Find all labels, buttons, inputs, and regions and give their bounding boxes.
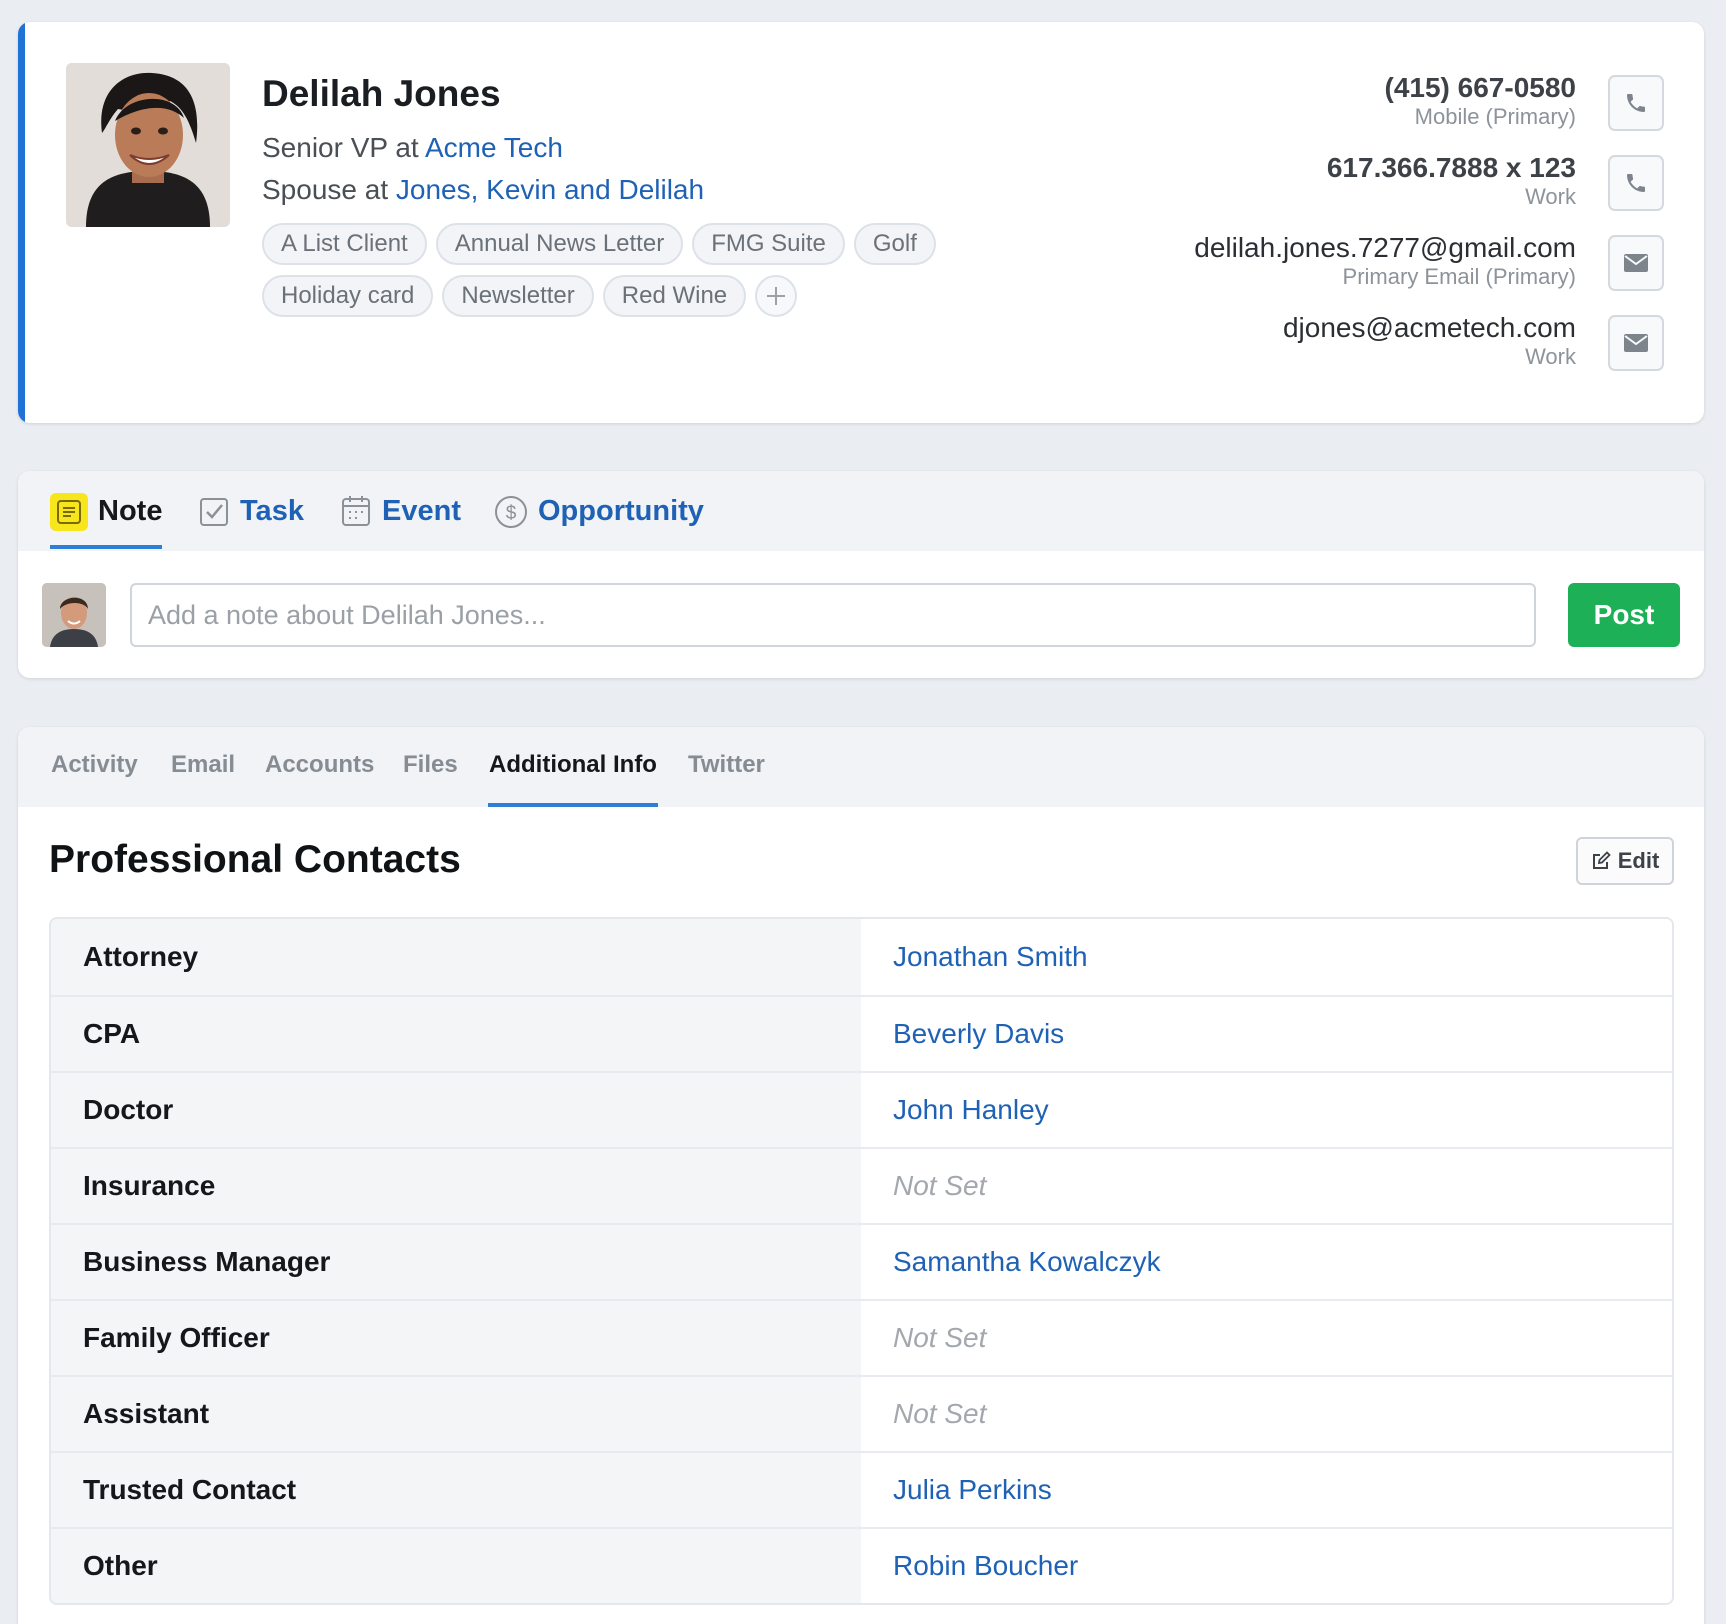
table-row: Business Manager Samantha Kowalczyk — [51, 1223, 1672, 1299]
contact-avatar — [66, 63, 230, 227]
edit-button[interactable]: Edit — [1576, 837, 1674, 885]
contact-link[interactable]: John Hanley — [861, 1073, 1672, 1147]
call-mobile-button[interactable] — [1608, 75, 1664, 131]
table-row: Assistant Not Set — [51, 1375, 1672, 1451]
contact-name: Delilah Jones — [262, 73, 501, 114]
checkbox-icon — [200, 498, 228, 526]
tag[interactable]: Golf — [853, 223, 936, 265]
email-address[interactable]: djones@acmetech.com — [1283, 312, 1576, 344]
note-input[interactable] — [130, 583, 1536, 647]
phone-number[interactable]: 617.366.7888 x 123 — [1327, 152, 1576, 184]
email-type: Primary Email (Primary) — [1342, 264, 1576, 289]
email-address[interactable]: delilah.jones.7277@gmail.com — [1194, 232, 1576, 264]
contact-link[interactable]: Samantha Kowalczyk — [861, 1225, 1672, 1299]
email-type: Work — [1525, 344, 1576, 369]
table-row: CPA Beverly Davis — [51, 995, 1672, 1071]
tab-event[interactable]: Event — [340, 493, 461, 549]
tag[interactable]: A List Client — [262, 223, 427, 265]
not-set-value: Not Set — [861, 1377, 1672, 1451]
contact-link[interactable]: Robin Boucher — [861, 1529, 1672, 1603]
phone-icon — [1627, 174, 1645, 192]
card-accent-bar — [18, 22, 25, 423]
contact-info-work-phone: 617.366.7888 x 123 Work — [1327, 152, 1576, 210]
contact-info-work-email: djones@acmetech.com Work — [1283, 312, 1576, 370]
tab-opportunity[interactable]: $ Opportunity — [494, 493, 704, 549]
add-tag-button[interactable] — [755, 275, 798, 317]
contact-link[interactable]: Julia Perkins — [861, 1453, 1672, 1527]
tag[interactable]: Annual News Letter — [435, 223, 684, 265]
row-label: Trusted Contact — [51, 1453, 861, 1527]
row-label: Doctor — [51, 1073, 861, 1147]
post-button[interactable]: Post — [1568, 583, 1680, 647]
plus-icon — [767, 287, 786, 305]
details-tabs: Activity Email Accounts Files Additional… — [18, 727, 1704, 807]
row-label: Other — [51, 1529, 861, 1603]
row-label: Business Manager — [51, 1225, 861, 1299]
mail-icon — [1624, 334, 1648, 352]
tab-activity[interactable]: Activity — [50, 751, 139, 807]
tag[interactable]: FMG Suite — [692, 223, 845, 265]
call-work-button[interactable] — [1608, 155, 1664, 211]
tab-accounts[interactable]: Accounts — [264, 751, 375, 807]
row-label: Family Officer — [51, 1301, 861, 1375]
contact-link[interactable]: Beverly Davis — [861, 997, 1672, 1071]
email-primary-button[interactable] — [1608, 235, 1664, 291]
table-row: Family Officer Not Set — [51, 1299, 1672, 1375]
row-label: CPA — [51, 997, 861, 1071]
contact-relation: Spouse at Jones, Kevin and Delilah — [262, 174, 704, 206]
calendar-icon — [342, 496, 370, 526]
tab-label: Task — [240, 495, 304, 527]
edit-label: Edit — [1617, 848, 1660, 873]
tab-label: Opportunity — [538, 495, 704, 527]
row-label: Insurance — [51, 1149, 861, 1223]
phone-icon — [1627, 94, 1645, 112]
tab-email[interactable]: Email — [170, 751, 236, 807]
composer-tabs: Note Task Event $ Opportunity — [18, 471, 1704, 551]
tab-label: Note — [98, 495, 163, 527]
table-row: Other Robin Boucher — [51, 1527, 1672, 1603]
tag[interactable]: Holiday card — [262, 275, 434, 317]
phone-type: Work — [1525, 184, 1576, 209]
row-label: Attorney — [51, 919, 861, 995]
tab-label: Event — [382, 495, 461, 527]
professional-contacts-table: Attorney Jonathan Smith CPA Beverly Davis … — [49, 917, 1674, 1605]
tag[interactable]: Red Wine — [602, 275, 747, 317]
tab-additional-info[interactable]: Additional Info — [488, 751, 658, 807]
contact-role: Senior VP at Acme Tech — [262, 132, 563, 164]
activity-composer: Note Task Event $ Opportunity Post — [18, 471, 1704, 678]
details-panel: Activity Email Accounts Files Additional… — [18, 727, 1704, 1624]
tag-list: A List Client Annual News Letter FMG Sui… — [262, 223, 962, 317]
not-set-value: Not Set — [861, 1301, 1672, 1375]
role-prefix: Senior VP at — [262, 132, 425, 163]
phone-number[interactable]: (415) 667-0580 — [1385, 72, 1576, 104]
note-icon — [50, 493, 88, 531]
contact-card: Delilah Jones Senior VP at Acme Tech Spo… — [18, 22, 1704, 423]
not-set-value: Not Set — [861, 1149, 1672, 1223]
dollar-circle-icon: $ — [495, 496, 527, 528]
mail-icon — [1624, 254, 1648, 272]
contact-info-mobile: (415) 667-0580 Mobile (Primary) — [1385, 72, 1576, 130]
relation-prefix: Spouse at — [262, 174, 396, 205]
tab-twitter[interactable]: Twitter — [687, 751, 766, 807]
company-link[interactable]: Acme Tech — [425, 132, 563, 163]
contact-link[interactable]: Jonathan Smith — [861, 919, 1672, 995]
tag[interactable]: Newsletter — [442, 275, 594, 317]
contact-info-primary-email: delilah.jones.7277@gmail.com Primary Ema… — [1194, 232, 1576, 290]
tab-note[interactable]: Note — [50, 493, 163, 549]
section-title: Professional Contacts — [49, 838, 461, 881]
tab-task[interactable]: Task — [198, 493, 304, 549]
edit-icon — [1592, 851, 1611, 869]
phone-type: Mobile (Primary) — [1414, 104, 1576, 129]
email-work-button[interactable] — [1608, 315, 1664, 371]
current-user-avatar — [42, 583, 106, 647]
table-row: Trusted Contact Julia Perkins — [51, 1451, 1672, 1527]
table-row: Attorney Jonathan Smith — [51, 919, 1672, 995]
table-row: Doctor John Hanley — [51, 1071, 1672, 1147]
table-row: Insurance Not Set — [51, 1147, 1672, 1223]
tab-files[interactable]: Files — [402, 751, 459, 807]
household-link[interactable]: Jones, Kevin and Delilah — [396, 174, 704, 205]
row-label: Assistant — [51, 1377, 861, 1451]
svg-text:$: $ — [506, 503, 517, 524]
